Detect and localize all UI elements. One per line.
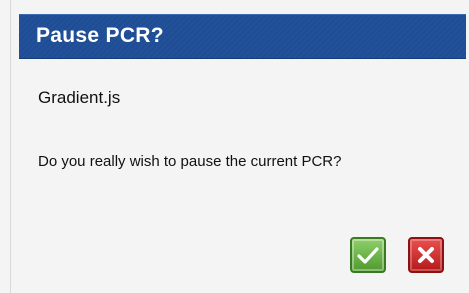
- pause-pcr-dialog: Pause PCR? Gradient.js Do you really wis…: [10, 0, 469, 293]
- cancel-button[interactable]: [408, 237, 444, 273]
- close-x-icon: [416, 245, 436, 265]
- dialog-title: Pause PCR?: [36, 24, 164, 47]
- confirmation-message: Do you really wish to pause the current …: [38, 153, 342, 170]
- protocol-filename: Gradient.js: [38, 88, 121, 107]
- checkmark-icon: [356, 245, 380, 265]
- confirm-button[interactable]: [350, 237, 386, 273]
- dialog-titlebar: Pause PCR?: [19, 14, 466, 59]
